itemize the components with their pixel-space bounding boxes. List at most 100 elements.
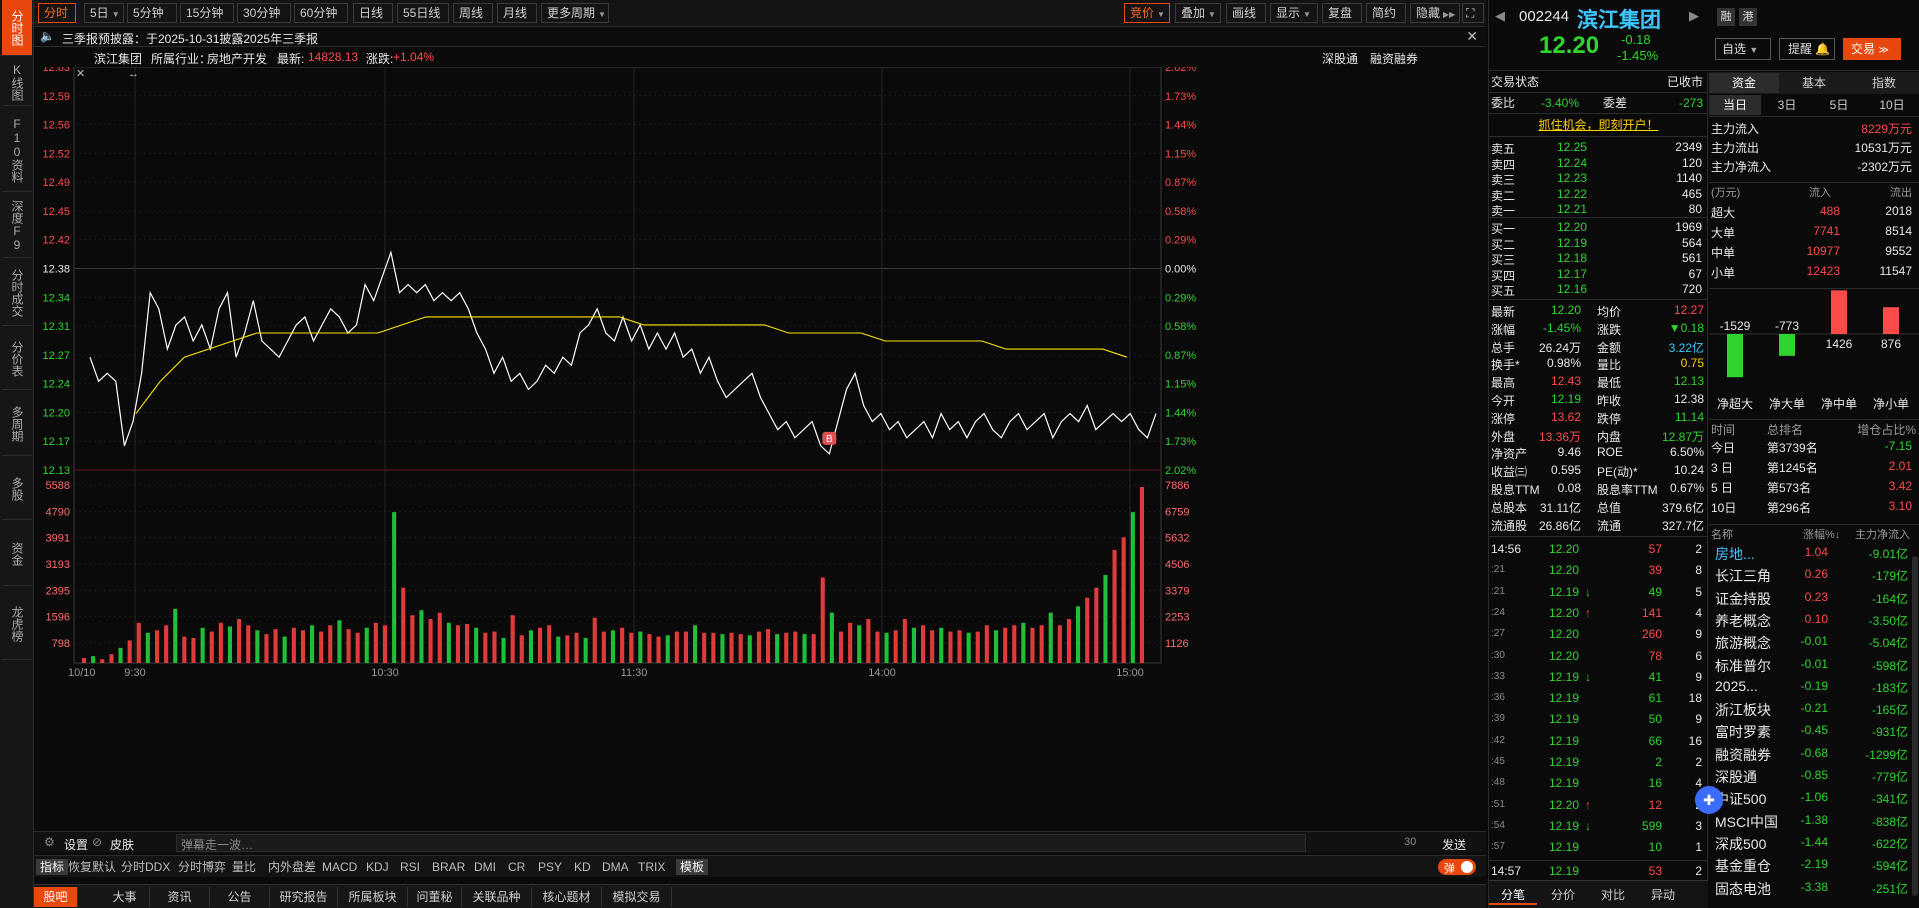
open-account-link[interactable]: 抓住机会，即刻开户！	[1489, 117, 1708, 133]
tab-fenbi[interactable]: 分笔	[1489, 885, 1537, 905]
hide-button[interactable]: 隐藏 ▶▶	[1410, 3, 1460, 23]
nav-related[interactable]: 关联品种	[462, 887, 532, 907]
intraday-chart[interactable]: 12.63 2.02% 12.59 1.73% 12.56 1.44% 12.52 1.15%…	[34, 62, 1486, 827]
tab-multi-stock[interactable]: 多股	[2, 458, 32, 520]
period-30min[interactable]: 30分钟	[237, 3, 291, 23]
ind-brar[interactable]: BRAR	[432, 859, 465, 875]
price-tick-label: 12.52	[42, 148, 70, 160]
period-55day[interactable]: 55日线	[397, 3, 449, 23]
nav-theme[interactable]: 核心题材	[532, 887, 602, 907]
scrollbar[interactable]	[1912, 556, 1918, 896]
ind-trix[interactable]: TRIX	[638, 859, 665, 875]
send-button[interactable]: 发送	[1442, 836, 1466, 853]
tab-fund[interactable]: 资金	[1709, 73, 1779, 93]
ind-ddx[interactable]: 分时DDX	[121, 859, 170, 875]
period-15min[interactable]: 15分钟	[180, 3, 234, 23]
danmu-toggle[interactable]: 弹	[1438, 859, 1476, 875]
tab-compare[interactable]: 对比	[1589, 885, 1637, 905]
auction-button[interactable]: 竞价 ▼	[1124, 3, 1170, 23]
crosshair-icon[interactable]: ✕	[76, 68, 85, 80]
tab-kline[interactable]: K线图	[2, 58, 32, 106]
tab-multi-period[interactable]: 多周期	[2, 392, 32, 456]
draw-line-button[interactable]: 画线	[1226, 3, 1266, 23]
add-watchlist-button[interactable]: 自选 ▼	[1715, 38, 1771, 60]
overlay-button[interactable]: 叠加 ▼	[1175, 3, 1221, 23]
period-5min[interactable]: 5分钟	[127, 3, 177, 23]
tick-price: 12.19	[1549, 584, 1580, 599]
tab-tick-trades[interactable]: 分时成交	[2, 260, 32, 326]
skin-icon[interactable]: ⊘	[92, 835, 102, 849]
tab-basic[interactable]: 基本	[1779, 73, 1849, 93]
notice-text[interactable]: 三季报预披露：于2025-10-31披露2025年三季报	[62, 30, 318, 47]
ind-cr[interactable]: CR	[508, 859, 525, 875]
next-stock-icon[interactable]: ▶	[1689, 8, 1699, 24]
ind-kd[interactable]: KD	[574, 859, 591, 875]
prev-stock-icon[interactable]: ◀	[1495, 8, 1505, 24]
nav-announce[interactable]: 公告	[210, 887, 270, 907]
tab-fenjia[interactable]: 分价	[1539, 885, 1587, 905]
period-5day[interactable]: 5日 ▼	[84, 3, 124, 23]
tab-dragon-tiger[interactable]: 龙虎榜	[2, 588, 32, 660]
nav-sim-trade[interactable]: 模拟交易	[602, 887, 672, 907]
assistant-icon[interactable]: ✚	[1695, 786, 1723, 814]
period-monthly[interactable]: 月线	[497, 3, 537, 23]
badge-gang: 港	[1739, 8, 1757, 26]
skin-button[interactable]: 皮肤	[110, 836, 134, 853]
fund-row-out: 8514	[1885, 224, 1912, 238]
replay-button[interactable]: 复盘	[1322, 3, 1362, 23]
tab-depth[interactable]: 深度F9	[2, 194, 32, 258]
simple-button[interactable]: 简约	[1366, 3, 1406, 23]
sector-list[interactable]: 名称 涨幅%↓ 主力净流入 房地... 1.04 -9.01亿 长江三角 0.26 -179亿证…	[1709, 526, 1919, 908]
stat-label: 股息率TTM	[1597, 483, 1658, 497]
fund-row-label: 大单	[1711, 226, 1736, 240]
settings-button[interactable]: 设置	[64, 836, 88, 853]
tag-shenguotong[interactable]: 深股通	[1322, 50, 1358, 67]
tab-f10[interactable]: F10资料	[2, 108, 32, 192]
fund-today[interactable]: 当日	[1709, 95, 1761, 115]
fullscreen-icon[interactable]: ⛶	[1462, 3, 1484, 23]
nav-guba[interactable]: 股吧	[34, 887, 78, 907]
tag-rongzirongquan[interactable]: 融资融券	[1370, 50, 1418, 67]
volume-bar	[629, 632, 634, 663]
nav-ask-secretary[interactable]: 问董秘	[408, 887, 462, 907]
close-icon[interactable]: ✕	[1466, 28, 1478, 45]
display-button[interactable]: 显示 ▼	[1270, 3, 1318, 23]
tab-index[interactable]: 指数	[1849, 73, 1919, 93]
period-daily[interactable]: 日线	[353, 3, 393, 23]
tab-fenshi[interactable]: 分时图	[2, 0, 32, 56]
period-60min[interactable]: 60分钟	[294, 3, 348, 23]
period-weekly[interactable]: 周线	[453, 3, 493, 23]
ind-macd[interactable]: MACD	[322, 859, 357, 875]
ind-template[interactable]: 模板	[676, 859, 709, 875]
nav-sector[interactable]: 所属板块	[338, 887, 408, 907]
period-fenshi[interactable]: 分时	[38, 3, 76, 23]
ind-psy[interactable]: PSY	[538, 859, 562, 875]
ind-rsi[interactable]: RSI	[400, 859, 420, 875]
nav-news[interactable]: 资讯	[150, 887, 210, 907]
fund-3day[interactable]: 3日	[1761, 95, 1813, 115]
period-more[interactable]: 更多周期 ▼	[541, 3, 609, 23]
danmu-input[interactable]: 弹幕走一波…	[176, 834, 1306, 852]
gear-icon[interactable]: ⚙	[44, 835, 55, 849]
tab-anomaly[interactable]: 异动	[1639, 885, 1687, 905]
nav-research[interactable]: 研究报告	[270, 887, 338, 907]
fund-10day[interactable]: 10日	[1865, 95, 1919, 115]
ind-kdj[interactable]: KDJ	[366, 859, 389, 875]
nav-events[interactable]: 大事	[100, 887, 150, 907]
tab-fund-flow[interactable]: 资金	[2, 522, 32, 586]
alert-button[interactable]: 提醒 🔔	[1779, 38, 1835, 60]
resize-handle-icon[interactable]: ↔	[128, 68, 139, 80]
trade-button[interactable]: 交易 ≫	[1843, 38, 1901, 60]
tick-list[interactable]: 14:56 12.20 57 2:21 12.20 39 8:21 12.19 ↓ 49 5:24 1…	[1489, 542, 1708, 898]
ind-dma[interactable]: DMA	[602, 859, 629, 875]
ind-reset[interactable]: 恢复默认	[68, 859, 116, 875]
industry-value[interactable]: 房地产开发	[207, 50, 267, 67]
fund-5day[interactable]: 5日	[1813, 95, 1865, 115]
tab-price-table[interactable]: 分价表	[2, 328, 32, 390]
ind-in-out-diff[interactable]: 内外盘差	[268, 859, 316, 875]
ind-volume-ratio[interactable]: 量比	[232, 859, 256, 875]
tick-price: 12.19	[1549, 840, 1580, 855]
ind-game[interactable]: 分时博弈	[178, 859, 226, 875]
ind-dmi[interactable]: DMI	[474, 859, 496, 875]
chart-svg[interactable]: 12.63 2.02% 12.59 1.73% 12.56 1.44% 12.52 1.15%…	[34, 62, 1486, 827]
